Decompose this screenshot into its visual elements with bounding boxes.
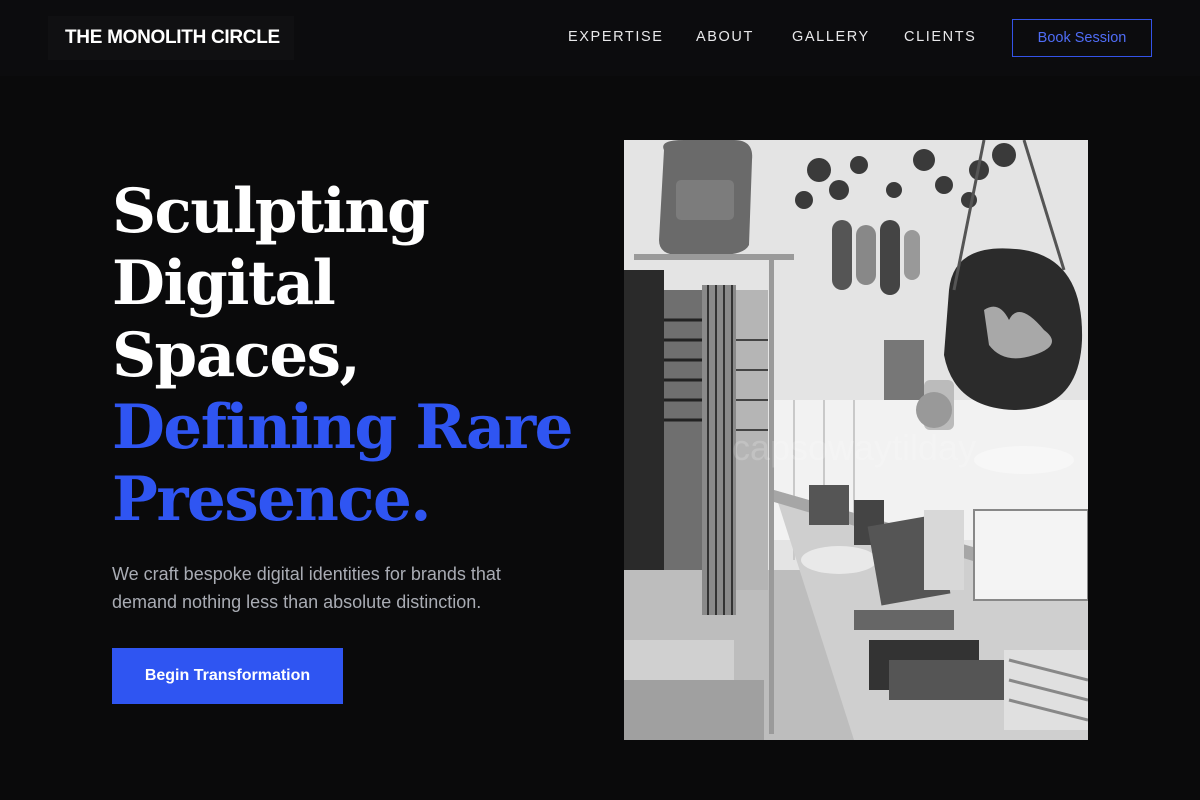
headline-line: Spaces, (112, 320, 361, 391)
boutique-photo-illustration: capsowaytilday (624, 140, 1088, 740)
hero-photo: capsowaytilday (624, 140, 1088, 740)
book-session-button[interactable]: Book Session (1012, 19, 1152, 57)
nav-link-gallery[interactable]: GALLERY (792, 29, 870, 45)
site-header: THE MONOLITH CIRCLE EXPERTISE ABOUT GALL… (0, 0, 1200, 76)
nav-link-clients[interactable]: CLIENTS (904, 29, 976, 45)
landing-page: THE MONOLITH CIRCLE EXPERTISE ABOUT GALL… (0, 0, 1200, 800)
hero-headline: Sculpting Digital Spaces, Defining Rare … (112, 176, 612, 536)
hero-subtitle: We craft bespoke digital identities for … (112, 564, 501, 612)
nav-link-expertise[interactable]: EXPERTISE (568, 29, 664, 45)
headline-line: Sculpting (112, 176, 430, 247)
nav-link-about[interactable]: ABOUT (696, 29, 754, 45)
headline-line: Digital (112, 248, 336, 319)
headline-accent-line: Presence. (112, 464, 432, 535)
begin-transformation-button[interactable]: Begin Transformation (112, 648, 343, 704)
photo-watermark: capsowaytilday (732, 427, 976, 468)
headline-accent-line: Defining Rare (112, 392, 573, 463)
